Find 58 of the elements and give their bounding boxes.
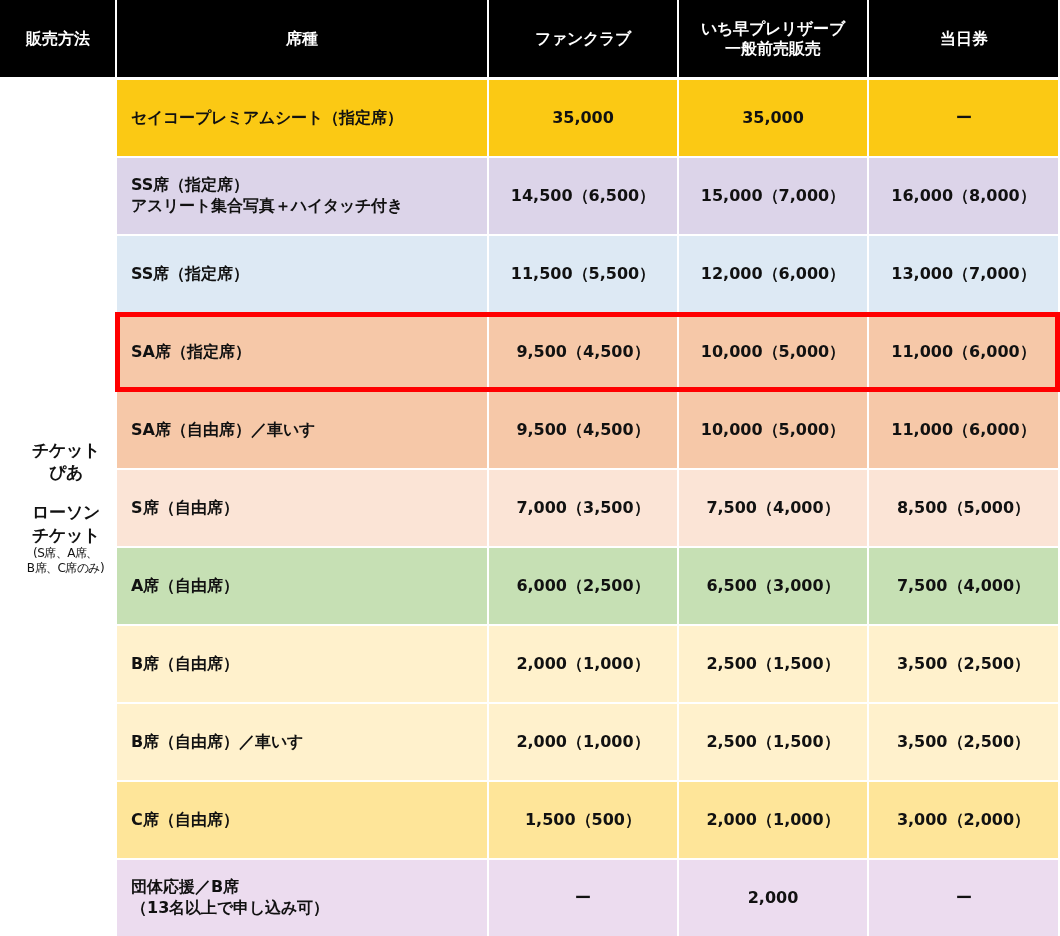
price-cell: 3,000（2,000） (869, 782, 1058, 858)
price-cell: 9,500（4,500） (489, 392, 677, 468)
price-cell: 2,000 (679, 860, 867, 936)
seat-type-cell: SS席（指定席） (117, 236, 487, 312)
seat-type-cell: B席（自由席） (117, 626, 487, 702)
sales-method-text-line: ぴあ (48, 461, 83, 484)
price-cell: 8,500（5,000） (869, 470, 1058, 546)
price-cell: 10,000（5,000） (679, 392, 867, 468)
price-cell: 6,500（3,000） (679, 548, 867, 624)
column-header-line: 一般前売販売 (725, 38, 821, 58)
price-cell: 2,500（1,500） (679, 704, 867, 780)
seat-type-cell: SA席（自由席）／車いす (117, 392, 487, 468)
price-cell: 3,500（2,500） (869, 704, 1058, 780)
price-cell: 2,500（1,500） (679, 626, 867, 702)
price-cell: 15,000（7,000） (679, 158, 867, 234)
column-header-line: いち早プレリザーブ (701, 19, 845, 39)
seat-type-cell: S席（自由席） (117, 470, 487, 546)
price-cell: ー (489, 860, 677, 936)
sales-method-text-line: ローソン (31, 501, 100, 524)
seat-type-cell-line: SS席（指定席） (131, 175, 250, 196)
price-cell: 13,000（7,000） (869, 236, 1058, 312)
price-cell: 12,000（6,000） (679, 236, 867, 312)
seat-type-cell-line: 団体応援／B席 (131, 877, 240, 898)
price-cell: 10,000（5,000） (679, 314, 867, 390)
price-cell: 1,500（500） (489, 782, 677, 858)
sales-method-text-line: B席、C席のみ) (26, 561, 105, 577)
price-cell: 7,500（4,000） (869, 548, 1058, 624)
column-header: 席種 (117, 0, 487, 77)
column-header: 当日券 (869, 0, 1058, 77)
price-cell: 2,000（1,000） (489, 704, 677, 780)
price-cell: 2,000（1,000） (489, 626, 677, 702)
seat-type-cell: A席（自由席） (117, 548, 487, 624)
price-cell: 35,000 (679, 80, 867, 156)
price-cell: 7,000（3,500） (489, 470, 677, 546)
seat-type-cell: C席（自由席） (117, 782, 487, 858)
seat-type-cell-line: （13名以上で申し込み可） (131, 898, 330, 919)
price-cell: 3,500（2,500） (869, 626, 1058, 702)
price-cell: 11,000（6,000） (869, 392, 1058, 468)
sales-method-text-line: チケット (31, 439, 100, 462)
sales-method-text-line: チケット (31, 523, 100, 546)
seat-type-cell-line: アスリート集合写真＋ハイタッチ付き (131, 196, 403, 217)
column-header: 販売方法 (0, 0, 115, 77)
price-cell: ー (869, 860, 1058, 936)
sales-method-text-line: (S席、A席、 (33, 545, 98, 562)
price-cell: 11,000（6,000） (869, 314, 1058, 390)
seat-type-cell: B席（自由席）／車いす (117, 704, 487, 780)
price-cell: 2,000（1,000） (679, 782, 867, 858)
price-cell: 9,500（4,500） (489, 314, 677, 390)
price-cell: 35,000 (489, 80, 677, 156)
price-cell: ー (869, 80, 1058, 156)
price-cell: 7,500（4,000） (679, 470, 867, 546)
price-cell: 14,500（6,500） (489, 158, 677, 234)
price-cell: 6,000（2,500） (489, 548, 677, 624)
seat-type-cell: SA席（指定席） (117, 314, 487, 390)
price-cell: 11,500（5,500） (489, 236, 677, 312)
column-header: ファンクラブ (489, 0, 677, 77)
price-cell: 16,000（8,000） (869, 158, 1058, 234)
seat-type-cell: セイコープレミアムシート（指定席） (117, 80, 487, 156)
